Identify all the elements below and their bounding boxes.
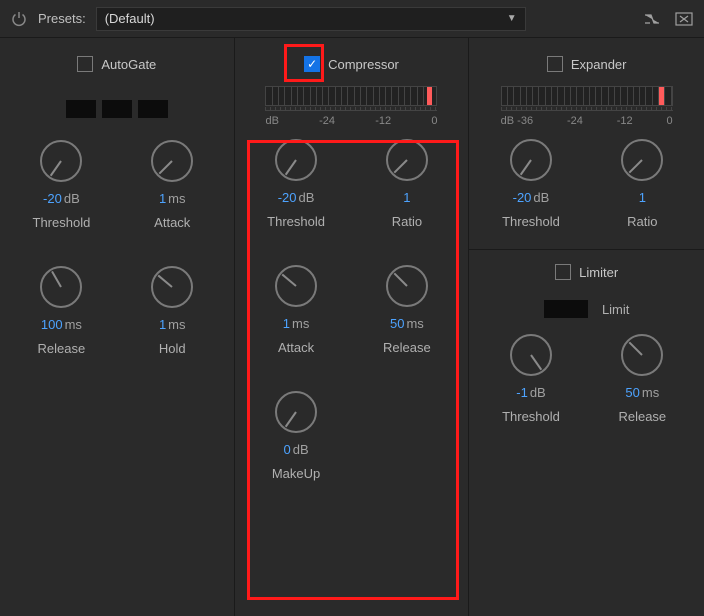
limiter-threshold-knob[interactable] — [510, 334, 552, 376]
autogate-attack-label: Attack — [154, 215, 190, 230]
autogate-title: AutoGate — [101, 57, 156, 72]
autogate-meter — [0, 100, 234, 118]
autogate-threshold-label: Threshold — [33, 215, 91, 230]
expander-ratio-label: Ratio — [627, 214, 657, 229]
compressor-section: ✓ Compressor dB -24 -12 0 -20dB Threshol… — [235, 38, 470, 616]
compressor-ratio-knob[interactable] — [386, 139, 428, 181]
compressor-meter — [265, 86, 437, 106]
presets-label: Presets: — [38, 11, 86, 26]
limiter-threshold-label: Threshold — [502, 409, 560, 424]
compressor-threshold-label: Threshold — [267, 214, 325, 229]
close-panel-icon[interactable] — [674, 10, 694, 28]
autogate-threshold-knob[interactable] — [40, 140, 82, 182]
presets-value: (Default) — [105, 11, 155, 26]
power-icon[interactable] — [10, 10, 28, 28]
compressor-title: Compressor — [328, 57, 399, 72]
limiter-limit-box — [544, 300, 588, 318]
autogate-hold-label: Hold — [159, 341, 186, 356]
compressor-checkbox[interactable]: ✓ — [304, 56, 320, 72]
autogate-attack-knob[interactable] — [151, 140, 193, 182]
compressor-makeup-label: MakeUp — [272, 466, 320, 481]
expander-checkbox[interactable] — [547, 56, 563, 72]
limiter-title: Limiter — [579, 265, 618, 280]
limiter-release-label: Release — [618, 409, 666, 424]
expander-threshold-knob[interactable] — [510, 139, 552, 181]
expander-section: Expander dB -36 -24 -12 0 -20dB Threshol… — [469, 38, 704, 616]
autogate-hold-knob[interactable] — [151, 266, 193, 308]
expander-ratio-knob[interactable] — [621, 139, 663, 181]
autogate-checkbox[interactable] — [77, 56, 93, 72]
expander-meter — [501, 86, 673, 106]
limiter-release-knob[interactable] — [621, 334, 663, 376]
autogate-release-knob[interactable] — [40, 266, 82, 308]
presets-dropdown[interactable]: (Default) ▼ — [96, 7, 526, 31]
chevron-down-icon: ▼ — [507, 13, 517, 24]
compressor-ratio-label: Ratio — [392, 214, 422, 229]
autogate-section: AutoGate -20dB Threshold 1ms Attack 100m… — [0, 38, 235, 616]
routing-icon[interactable] — [642, 10, 662, 28]
compressor-attack-label: Attack — [278, 340, 314, 355]
limiter-limit-label: Limit — [602, 302, 629, 317]
compressor-release-knob[interactable] — [386, 265, 428, 307]
compressor-release-label: Release — [383, 340, 431, 355]
compressor-makeup-knob[interactable] — [275, 391, 317, 433]
expander-threshold-label: Threshold — [502, 214, 560, 229]
compressor-threshold-knob[interactable] — [275, 139, 317, 181]
autogate-release-label: Release — [38, 341, 86, 356]
expander-title: Expander — [571, 57, 627, 72]
limiter-checkbox[interactable] — [555, 264, 571, 280]
compressor-attack-knob[interactable] — [275, 265, 317, 307]
